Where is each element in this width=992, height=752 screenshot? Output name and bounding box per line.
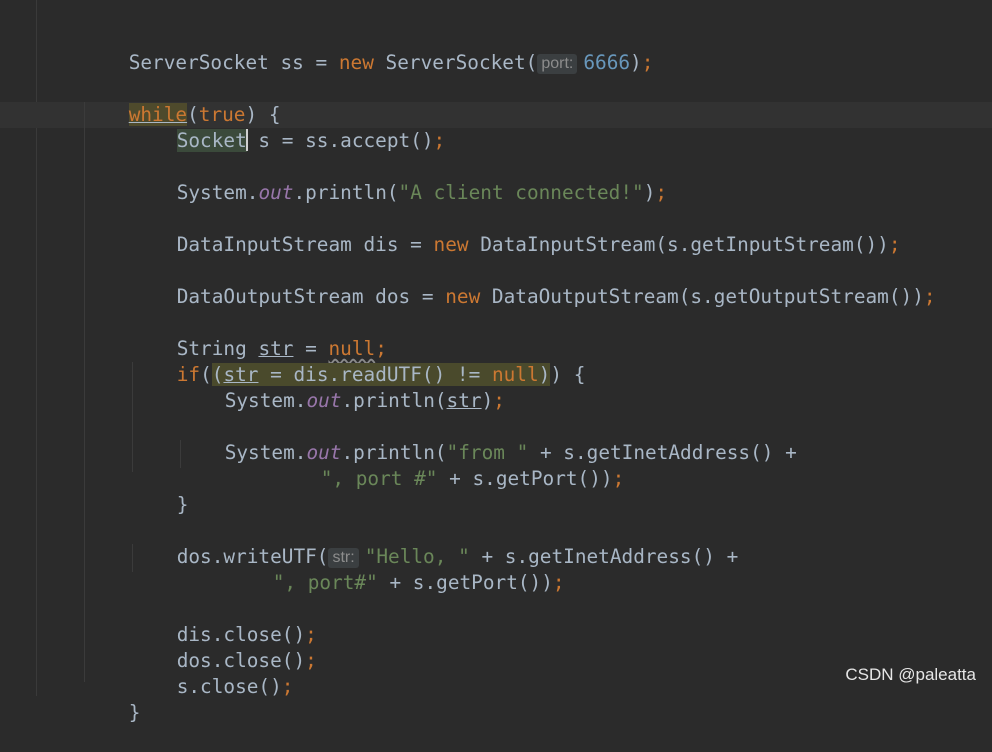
code-line[interactable]: ", port#" + s.getPort());	[226, 544, 565, 594]
indent-guide	[84, 102, 85, 682]
code-line[interactable]: System.out.println("from " + s.getInetAd…	[178, 414, 797, 464]
code-line[interactable]: String str = null;	[130, 310, 387, 360]
code-line[interactable]: s.close();	[130, 648, 294, 698]
code-line[interactable]: if((str = dis.readUTF() != null)) {	[130, 336, 585, 386]
code-line[interactable]: System.out.println("A client connected!"…	[130, 154, 667, 204]
code-line[interactable]: }	[82, 674, 141, 724]
watermark: CSDN @paleatta	[845, 665, 976, 684]
code-line[interactable]: Socket s = ss.accept();	[130, 102, 445, 152]
code-line[interactable]: ServerSocket ss = new ServerSocket(port:…	[82, 24, 653, 74]
code-line[interactable]: DataInputStream dis = new DataInputStrea…	[130, 206, 901, 256]
code-line[interactable]: while(true) {	[82, 76, 281, 126]
code-line[interactable]: DataOutputStream dos = new DataOutputStr…	[130, 258, 936, 308]
code-line[interactable]: System.out.println(str);	[178, 362, 505, 412]
code-line[interactable]: }	[130, 466, 189, 516]
code-line[interactable]: dis.close();	[130, 596, 317, 646]
code-line[interactable]: dos.writeUTF(str: "Hello, " + s.getInetAd…	[130, 518, 738, 568]
parameter-hint-port: port:	[537, 54, 578, 74]
code-line[interactable]: dos.close();	[130, 622, 317, 672]
code-editor[interactable]: ServerSocket ss = new ServerSocket(port:…	[0, 0, 992, 724]
code-line[interactable]: ", port #" + s.getPort());	[274, 440, 625, 490]
